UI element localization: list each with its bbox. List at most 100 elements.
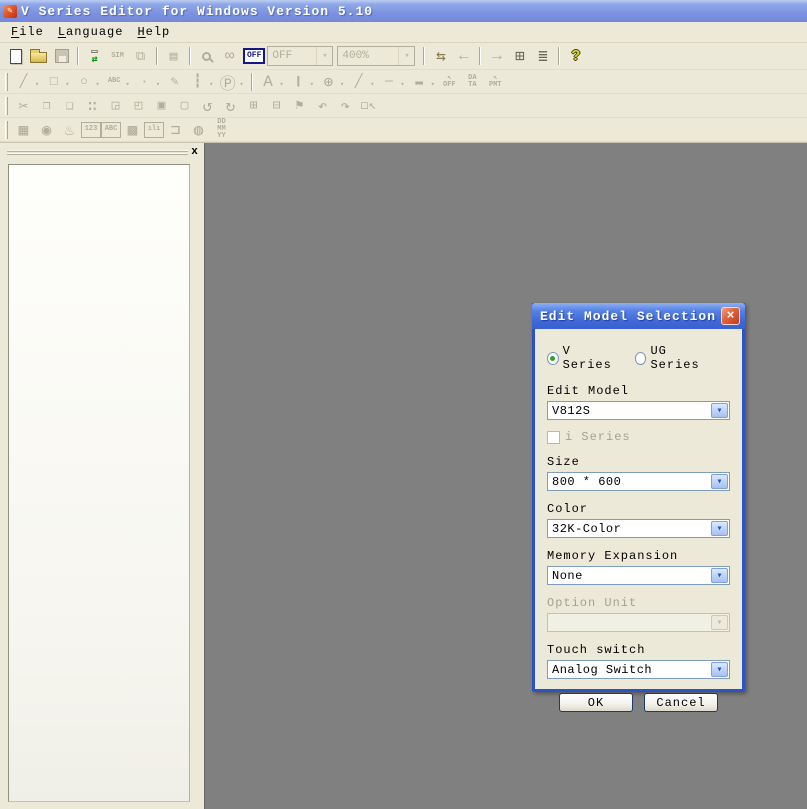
simulator-button: SIM xyxy=(106,45,129,67)
panel-grab-bar[interactable] xyxy=(7,150,188,158)
open-folder-button[interactable] xyxy=(27,45,50,67)
chevron-down-icon: ▾ xyxy=(340,80,344,89)
menu-language[interactable]: Language xyxy=(51,23,131,41)
parts-place-button: Ⓟ xyxy=(216,71,239,93)
radio-circle xyxy=(635,352,647,365)
toolbar-separator xyxy=(479,47,481,65)
i-series-label: i Series xyxy=(565,430,631,444)
radio-ug-series[interactable]: UG Series xyxy=(635,344,715,372)
edit-model-value: V812S xyxy=(548,402,710,419)
cut-button: ✂ xyxy=(12,95,35,117)
zoom-icon xyxy=(202,52,211,61)
radio-v-series[interactable]: V Series xyxy=(547,344,620,372)
print-button: ▤ xyxy=(162,45,185,67)
dialog-close-icon[interactable]: × xyxy=(721,307,740,325)
checkbox-icon xyxy=(547,431,560,444)
paint-button: ✎ xyxy=(163,71,186,93)
option-unit-label: Option Unit xyxy=(547,596,730,611)
draw-dot-button: · xyxy=(133,71,156,93)
ok-button[interactable]: OK xyxy=(559,693,633,712)
numeric-display-part-button: 123 xyxy=(81,122,101,138)
size-label: Size xyxy=(547,455,730,470)
data-overlap-button: DA TA xyxy=(461,71,484,93)
dialog-titlebar[interactable]: Edit Model Selection × xyxy=(532,303,745,329)
chevron-down-icon: ▾ xyxy=(239,80,243,89)
toolbar-separator xyxy=(77,47,79,65)
jump-screen-button[interactable]: ⇆ xyxy=(429,45,452,67)
send-to-back-button: ◲ xyxy=(104,95,127,117)
line-width-button: ─ xyxy=(377,71,400,93)
chevron-down-icon: ▾ xyxy=(711,403,728,418)
app-icon: ✎ xyxy=(3,5,17,18)
toolbar-separator xyxy=(423,47,425,65)
save-button xyxy=(50,45,73,67)
panel-close-icon[interactable]: x xyxy=(189,146,200,157)
chevron-down-icon: ▾ xyxy=(711,615,728,630)
ungroup-button: ▢ xyxy=(173,95,196,117)
copy-button: ❐ xyxy=(35,95,58,117)
i-series-checkbox: i Series xyxy=(547,430,730,444)
search-button: ∞ xyxy=(218,45,241,67)
draw-circle-button: ○ xyxy=(72,71,95,93)
select-mode-button: ◻↖ xyxy=(357,95,380,117)
draw-scale-button: ┇ xyxy=(186,71,209,93)
color-combobox[interactable]: 32K-Color▾ xyxy=(547,519,730,538)
chevron-down-icon: ▾ xyxy=(310,80,314,89)
menu-help[interactable]: Help xyxy=(130,23,177,41)
pmt-overlap-button: ↖ PMT xyxy=(484,71,507,93)
option-unit-combobox: ▾ xyxy=(547,613,730,632)
catalog-panel: x xyxy=(0,143,205,809)
chevron-down-icon: ▾ xyxy=(95,80,99,89)
chevron-down-icon: ▾ xyxy=(35,80,39,89)
radio-circle xyxy=(547,352,559,365)
paste-button: ❑ xyxy=(58,95,81,117)
open-folder-icon xyxy=(30,52,47,63)
item-list-button[interactable]: ≣ xyxy=(531,45,554,67)
chevron-down-icon: ▾ xyxy=(65,80,69,89)
pattern-button: ⊕ xyxy=(317,71,340,93)
lamp-part-button: ♨ xyxy=(58,119,81,141)
connector-part-button: ⊐ xyxy=(164,119,187,141)
memory-expansion-combobox[interactable]: None▾ xyxy=(547,566,730,585)
toolbar-separator xyxy=(189,47,191,65)
help-button[interactable]: ? xyxy=(564,45,587,67)
keypad-part-button: ▩ xyxy=(121,119,144,141)
transfer-button[interactable]: ▭⇄ xyxy=(83,45,106,67)
menubar: FileLanguageHelp xyxy=(0,22,807,43)
screen-list-button[interactable]: ⊞ xyxy=(508,45,531,67)
cancel-button[interactable]: Cancel xyxy=(644,693,718,712)
toolbar: ▭⇄SIM⧉▤∞OFFOFF▾400%▾⇆←→⊞≣? ╱▾□▾○▾ABC▾·▾✎… xyxy=(0,43,807,143)
toolbar-row-standard: ▭⇄SIM⧉▤∞OFFOFF▾400%▾⇆←→⊞≣? xyxy=(0,43,807,70)
toolbar-row-draw: ╱▾□▾○▾ABC▾·▾✎┇▾Ⓟ▾A▾❙▾⊕▾╱▾─▾▬▾↖ OFFDA TA↖… xyxy=(0,70,807,94)
bring-to-front-button: ◰ xyxy=(127,95,150,117)
toolbar-row-parts: ▦◉♨123ABC▩ılı⊐◍DD MM YY xyxy=(0,118,807,142)
rotate-right-button: ↻ xyxy=(219,95,242,117)
date-part-button: DD MM YY xyxy=(210,119,233,141)
chevron-down-icon: ▾ xyxy=(400,80,404,89)
save-icon xyxy=(55,49,69,63)
edit-model-combobox[interactable]: V812S▾ xyxy=(547,401,730,420)
off-display-toggle[interactable]: OFF xyxy=(243,48,265,64)
toolbar-row-edit: ✂❐❑∷◲◰▣▢↺↻⊞⊟⚑↶↷◻↖ xyxy=(0,94,807,118)
group-button: ▣ xyxy=(150,95,173,117)
new-file-icon xyxy=(10,49,22,64)
touch-switch-combobox[interactable]: Analog Switch▾ xyxy=(547,660,730,679)
toolbar-grip xyxy=(5,121,8,139)
window-titlebar[interactable]: ✎ V Series Editor for Windows Version 5.… xyxy=(0,0,807,22)
color-value: 32K-Color xyxy=(548,520,710,537)
next-screen-button: → xyxy=(485,45,508,67)
new-file-button[interactable] xyxy=(4,45,27,67)
chevron-down-icon: ▾ xyxy=(126,80,130,89)
size-value: 800 * 600 xyxy=(548,473,710,490)
zoom-level-combobox: 400%▾ xyxy=(337,46,415,66)
catalog-listbox[interactable] xyxy=(8,164,190,802)
off-state-combobox: OFF▾ xyxy=(267,46,333,66)
previous-screen-button: ← xyxy=(452,45,475,67)
dialog-body: V Series UG Series Edit ModelV812S▾i Ser… xyxy=(535,329,742,712)
switch-part-button: ◉ xyxy=(35,119,58,141)
size-combobox[interactable]: 800 * 600▾ xyxy=(547,472,730,491)
dialog-buttons: OK Cancel xyxy=(547,693,730,712)
chevron-down-icon: ▾ xyxy=(316,47,332,65)
series-radio-group: V Series UG Series xyxy=(547,344,730,372)
menu-file[interactable]: File xyxy=(4,23,51,41)
